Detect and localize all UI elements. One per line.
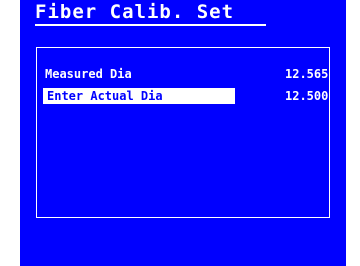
measured-dia-value: 12.565 — [285, 67, 329, 81]
measured-dia-label: Measured Dia — [45, 67, 132, 81]
calibration-panel: Measured Dia 12.565 Enter Actual Dia 12.… — [36, 47, 330, 218]
actual-dia-value[interactable]: 12.500 — [285, 88, 328, 104]
title-underline — [35, 24, 266, 26]
actual-dia-label[interactable]: Enter Actual Dia — [47, 88, 163, 104]
display-screen: Fiber Calib. Set Measured Dia 12.565 Ent… — [20, 0, 346, 266]
screen-title: Fiber Calib. Set — [35, 1, 235, 23]
